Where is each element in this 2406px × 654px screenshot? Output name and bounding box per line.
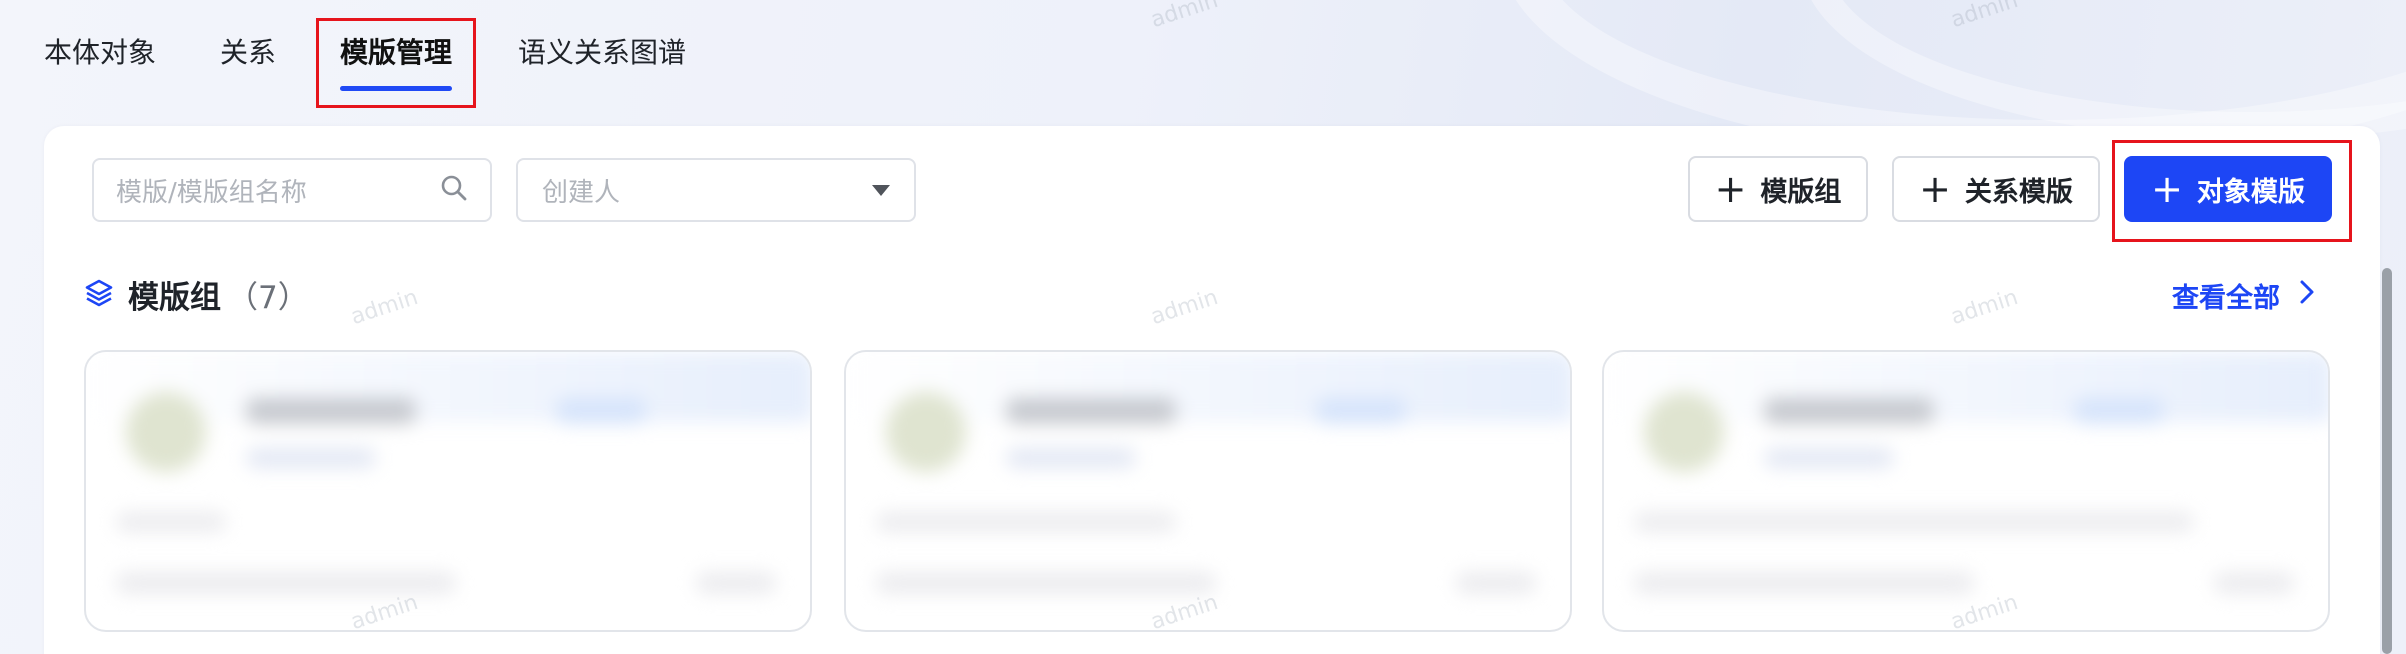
search-placeholder: 模版/模版组名称 xyxy=(116,177,307,208)
add-template-group-label: 模版组 xyxy=(1760,176,1842,208)
plus-icon: + xyxy=(2151,167,2183,211)
plus-icon: + xyxy=(1919,167,1951,211)
template-group-card[interactable] xyxy=(84,350,812,632)
add-object-template-button[interactable]: + 对象模版 xyxy=(2124,156,2332,222)
add-template-group-button[interactable]: + 模版组 xyxy=(1688,156,1868,222)
tab-relations[interactable]: 关系 xyxy=(220,36,276,70)
tab-template-management[interactable]: 模版管理 xyxy=(340,36,452,70)
view-all-label: 查看全部 xyxy=(2172,283,2280,314)
card-content-blurred xyxy=(86,352,810,630)
card-content-blurred xyxy=(846,352,1570,630)
add-relation-template-button[interactable]: + 关系模版 xyxy=(1892,156,2100,222)
section-count: （7） xyxy=(227,280,309,316)
plus-icon: + xyxy=(1714,167,1747,211)
active-tab-indicator xyxy=(340,86,452,91)
tab-semantic-graph[interactable]: 语义关系图谱 xyxy=(518,36,686,70)
app-root: 本体对象 关系 模版管理 语义关系图谱 模版/模版组名称 创建人 + 模版组 + xyxy=(0,0,2406,654)
search-input[interactable]: 模版/模版组名称 xyxy=(92,158,492,222)
view-all-link[interactable]: 查看全部 xyxy=(2172,276,2316,315)
card-content-blurred xyxy=(1604,352,2328,630)
creator-placeholder: 创建人 xyxy=(542,177,621,208)
template-group-card[interactable] xyxy=(1602,350,2330,632)
creator-select[interactable]: 创建人 xyxy=(516,158,916,222)
tab-bar: 本体对象 关系 模版管理 语义关系图谱 xyxy=(0,0,2406,110)
tab-ontology-objects[interactable]: 本体对象 xyxy=(44,36,156,70)
chevron-right-icon xyxy=(2298,278,2316,313)
template-panel: 模版/模版组名称 创建人 + 模版组 + 关系模版 + 对象模版 模版组 （7）… xyxy=(44,126,2380,654)
add-object-template-label: 对象模版 xyxy=(2196,176,2305,208)
caret-down-icon xyxy=(872,184,890,196)
vertical-scrollbar[interactable] xyxy=(2382,268,2392,654)
layers-icon xyxy=(84,278,114,312)
add-relation-template-label: 关系模版 xyxy=(1964,176,2073,208)
section-header: 模版组 （7） xyxy=(84,272,309,317)
search-icon[interactable] xyxy=(440,174,468,206)
section-title: 模版组 xyxy=(128,280,221,316)
template-group-card[interactable] xyxy=(844,350,1572,632)
